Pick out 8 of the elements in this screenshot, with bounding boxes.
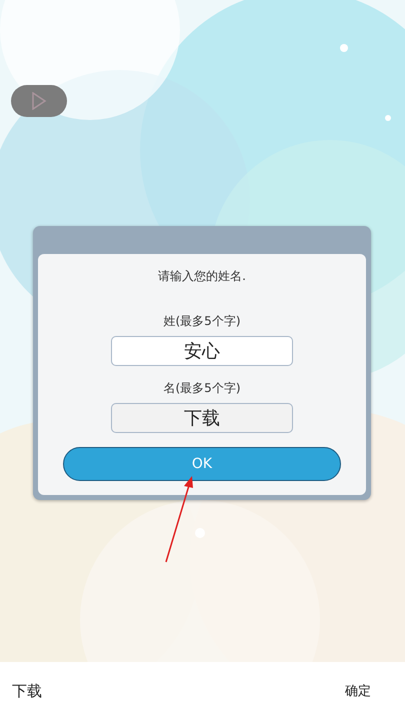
play-icon bbox=[31, 92, 47, 110]
name-field[interactable]: 安心 bbox=[111, 336, 293, 366]
input-text[interactable]: 下载 bbox=[12, 682, 42, 700]
field-label: 名(最多5个字) bbox=[164, 380, 240, 397]
field-label: 姓(最多5个字) bbox=[164, 313, 240, 330]
confirm-button[interactable]: 确定 bbox=[345, 682, 371, 700]
prompt-text: 请输入您的姓名. bbox=[158, 268, 246, 285]
name-field[interactable]: 下载 bbox=[111, 403, 293, 433]
